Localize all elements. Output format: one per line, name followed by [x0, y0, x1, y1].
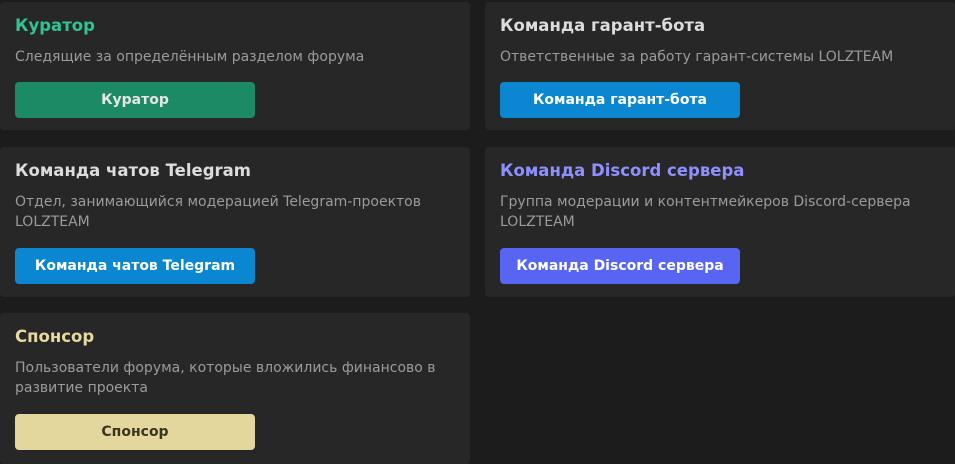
role-title: Команда гарант-бота — [500, 16, 706, 35]
role-description: Группа модерации и контентмейкеров Disco… — [500, 194, 911, 230]
telegram-chats-team-button[interactable]: Команда чатов Telegram — [15, 248, 255, 284]
role-card-sponsor: Спонсор Пользователи форума, которые вло… — [0, 313, 470, 464]
role-card-guarantor-bot: Команда гарант-бота Ответственные за раб… — [485, 2, 955, 130]
role-title: Команда Discord сервера — [500, 161, 745, 180]
role-card-curator: Куратор Следящие за определённым раздело… — [0, 2, 470, 130]
guarantor-bot-team-button[interactable]: Команда гарант-бота — [500, 82, 740, 118]
role-description: Следящие за определённым разделом форума — [15, 49, 365, 65]
role-card-telegram-chats: Команда чатов Telegram Отдел, занимающий… — [0, 147, 470, 297]
role-title: Спонсор — [15, 327, 95, 346]
role-description: Отдел, занимающийся модерацией Telegram-… — [15, 194, 421, 230]
curator-button[interactable]: Куратор — [15, 82, 255, 118]
role-card-discord-server: Команда Discord сервера Группа модерации… — [485, 147, 955, 297]
sponsor-button[interactable]: Спонсор — [15, 414, 255, 450]
roles-grid: Куратор Следящие за определённым раздело… — [0, 0, 955, 464]
role-description: Пользователи форума, которые вложились ф… — [15, 360, 436, 396]
role-title: Команда чатов Telegram — [15, 161, 251, 180]
discord-server-team-button[interactable]: Команда Discord сервера — [500, 248, 740, 284]
role-description: Ответственные за работу гарант-системы L… — [500, 49, 894, 65]
role-title: Куратор — [15, 16, 95, 35]
